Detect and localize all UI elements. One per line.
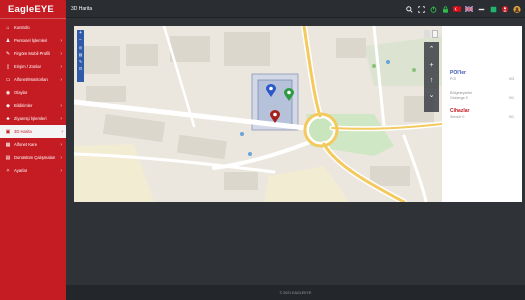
chart-icon: ▤ xyxy=(5,154,11,161)
region-row-value: 0/1 xyxy=(509,96,514,100)
map-nav-controls: ⌃ + ↑ ⌄ xyxy=(424,42,439,112)
compass-icon[interactable]: ◎ xyxy=(77,44,84,51)
tilt-icon[interactable]: ↑ xyxy=(424,72,439,87)
page-title: 3D Harita xyxy=(71,5,93,12)
sidebar-item-label: Erişim / Zonlar xyxy=(14,64,41,69)
sidebar-item-label: Kontrolü xyxy=(14,25,30,30)
map-icon: ▣ xyxy=(5,128,11,135)
door-icon: ▯ xyxy=(6,63,10,70)
info-panel: POI'ler POI 0/3 Bölgeleyiciler Gösterge 0… xyxy=(442,26,522,202)
app-root: EagleEYE ⌂ Kontrolü ♟ Personel İşlemleri › … xyxy=(0,0,525,300)
sidebar-item-label: Ziyaretçi İşlemleri xyxy=(14,116,47,121)
main-content: + − ◎ ▤ ✎ ⊡ ⌃ + ↑ ⌄ POI'ler POI 0/3 Bölg… xyxy=(66,18,525,285)
chevron-right-icon: › xyxy=(60,115,62,122)
map-toolbar: + − ◎ ▤ ✎ ⊡ xyxy=(77,30,84,82)
device-row[interactable]: Sensör 0 0/1 xyxy=(450,115,514,119)
sidebar-item-ziyaretci[interactable]: ♣ Ziyaretçi İşlemleri › xyxy=(0,112,66,125)
chevron-right-icon: › xyxy=(60,76,62,83)
section-title-poi: POI'ler xyxy=(450,70,466,76)
map-canvas[interactable] xyxy=(74,26,442,202)
section-title-devices: Cihazlar xyxy=(450,108,470,114)
blue-marker[interactable] xyxy=(266,84,276,97)
flag-gb-icon[interactable] xyxy=(465,5,473,13)
sidebar-item-label: 3D Harita xyxy=(14,129,32,134)
user-avatar-icon[interactable] xyxy=(513,5,521,13)
topbar-actions xyxy=(405,0,521,18)
profile-icon: ✎ xyxy=(5,50,11,57)
sidebar-item-label: Bildirimler xyxy=(14,103,33,108)
brand-logo[interactable]: EagleEYE xyxy=(0,0,66,18)
basemap-toggle-icon[interactable] xyxy=(432,30,438,38)
section-title-regions: Bölgeleyiciler xyxy=(450,91,473,95)
sidebar-item-ayarlar[interactable]: ✧ Ayarlar › xyxy=(0,164,66,177)
sidebar-item-erisim[interactable]: ▯ Erişim / Zonlar › xyxy=(0,60,66,73)
layers-icon[interactable]: ▤ xyxy=(77,51,84,58)
chevron-right-icon: › xyxy=(60,37,62,44)
green-square-icon[interactable] xyxy=(489,5,497,13)
measure-icon[interactable]: ⊡ xyxy=(77,65,84,72)
zoom-in-button[interactable]: + xyxy=(424,57,439,72)
sidebar-item-mobil-profil[interactable]: ✎ Firgöre Mobil Profili › xyxy=(0,47,66,60)
chevron-right-icon: › xyxy=(60,102,62,109)
flag-tr-icon[interactable] xyxy=(453,5,461,13)
sidebar-item-label: Alfonet Kare xyxy=(14,142,38,147)
sidebar-item-label: Alfonet/Monitorları xyxy=(14,77,48,82)
pan-up-icon[interactable]: ⌃ xyxy=(424,42,439,57)
layer-toggle-icon[interactable] xyxy=(424,30,430,38)
sidebar-item-personel[interactable]: ♟ Personel İşlemleri › xyxy=(0,34,66,47)
poi-row-label: POI xyxy=(450,77,457,81)
sidebar-item-label: Personel İşlemleri xyxy=(14,38,48,43)
chevron-right-icon: › xyxy=(60,167,62,174)
region-row-label: Gösterge 0 xyxy=(450,96,468,100)
sidebar-item-kontrol[interactable]: ⌂ Kontrolü xyxy=(0,21,66,34)
device-row-value: 0/1 xyxy=(509,115,514,119)
fullscreen-icon[interactable] xyxy=(417,5,425,13)
top-bar: 3D Harita xyxy=(66,0,525,18)
lock-icon[interactable] xyxy=(441,5,449,13)
chevron-right-icon: › xyxy=(60,141,62,148)
alert-icon: ◉ xyxy=(5,89,11,96)
home-icon: ⌂ xyxy=(6,24,10,31)
chevron-right-icon: › xyxy=(60,154,62,161)
monitor-icon: ▭ xyxy=(5,76,11,83)
sidebar-menu: ⌂ Kontrolü ♟ Personel İşlemleri › ✎ Firgöre … xyxy=(0,19,67,177)
search-icon[interactable] xyxy=(405,5,413,13)
users-icon: ♟ xyxy=(5,37,11,44)
footer: © 2021 EAGLEEYE xyxy=(66,285,525,300)
wrench-icon: ✧ xyxy=(5,167,11,174)
pan-down-icon[interactable]: ⌄ xyxy=(424,87,439,102)
zoom-in-icon[interactable]: + xyxy=(77,30,84,37)
map-top-controls xyxy=(424,30,438,40)
bell-icon: ◆ xyxy=(6,102,10,109)
sidebar-item-label: Firgöre Mobil Profili xyxy=(14,51,51,56)
red-marker[interactable] xyxy=(270,110,280,123)
grid-icon: ▦ xyxy=(5,141,11,148)
green-marker[interactable] xyxy=(284,88,294,101)
notification-icon[interactable] xyxy=(501,5,509,13)
sidebar-item-monitor[interactable]: ▭ Alfonet/Monitorları › xyxy=(0,73,66,86)
chevron-right-icon: › xyxy=(60,50,62,57)
sidebar-item-bildirimler[interactable]: ◆ Bildirimler › xyxy=(0,99,66,112)
sidebar-item-calismalar[interactable]: ▤ Donüstüm Çalışmaları › xyxy=(0,151,66,164)
menu-icon[interactable] xyxy=(477,5,485,13)
draw-icon[interactable]: ✎ xyxy=(77,58,84,65)
map-view[interactable]: + − ◎ ▤ ✎ ⊡ ⌃ + ↑ ⌄ xyxy=(74,26,442,202)
sidebar-item-olaylar[interactable]: ◉ Olaylar xyxy=(0,86,66,99)
sidebar-item-label: Olaylar xyxy=(14,90,28,95)
zoom-out-icon[interactable]: − xyxy=(77,37,84,44)
device-row-label: Sensör 0 xyxy=(450,115,465,119)
poi-row-value: 0/3 xyxy=(509,77,514,81)
chevron-right-icon: › xyxy=(60,63,62,70)
sidebar-item-label: Donüstüm Çalışmaları xyxy=(14,155,56,160)
visitor-icon: ♣ xyxy=(6,115,10,122)
sidebar-item-3d-harita[interactable]: ▣ 3D Harita › xyxy=(0,125,67,138)
sidebar: EagleEYE ⌂ Kontrolü ♟ Personel İşlemleri › … xyxy=(0,0,67,300)
chevron-right-icon: › xyxy=(61,128,63,135)
sidebar-item-label: Ayarlar xyxy=(14,168,28,173)
sidebar-item-alfonet-kare[interactable]: ▦ Alfonet Kare › xyxy=(0,138,66,151)
power-icon[interactable] xyxy=(429,5,437,13)
